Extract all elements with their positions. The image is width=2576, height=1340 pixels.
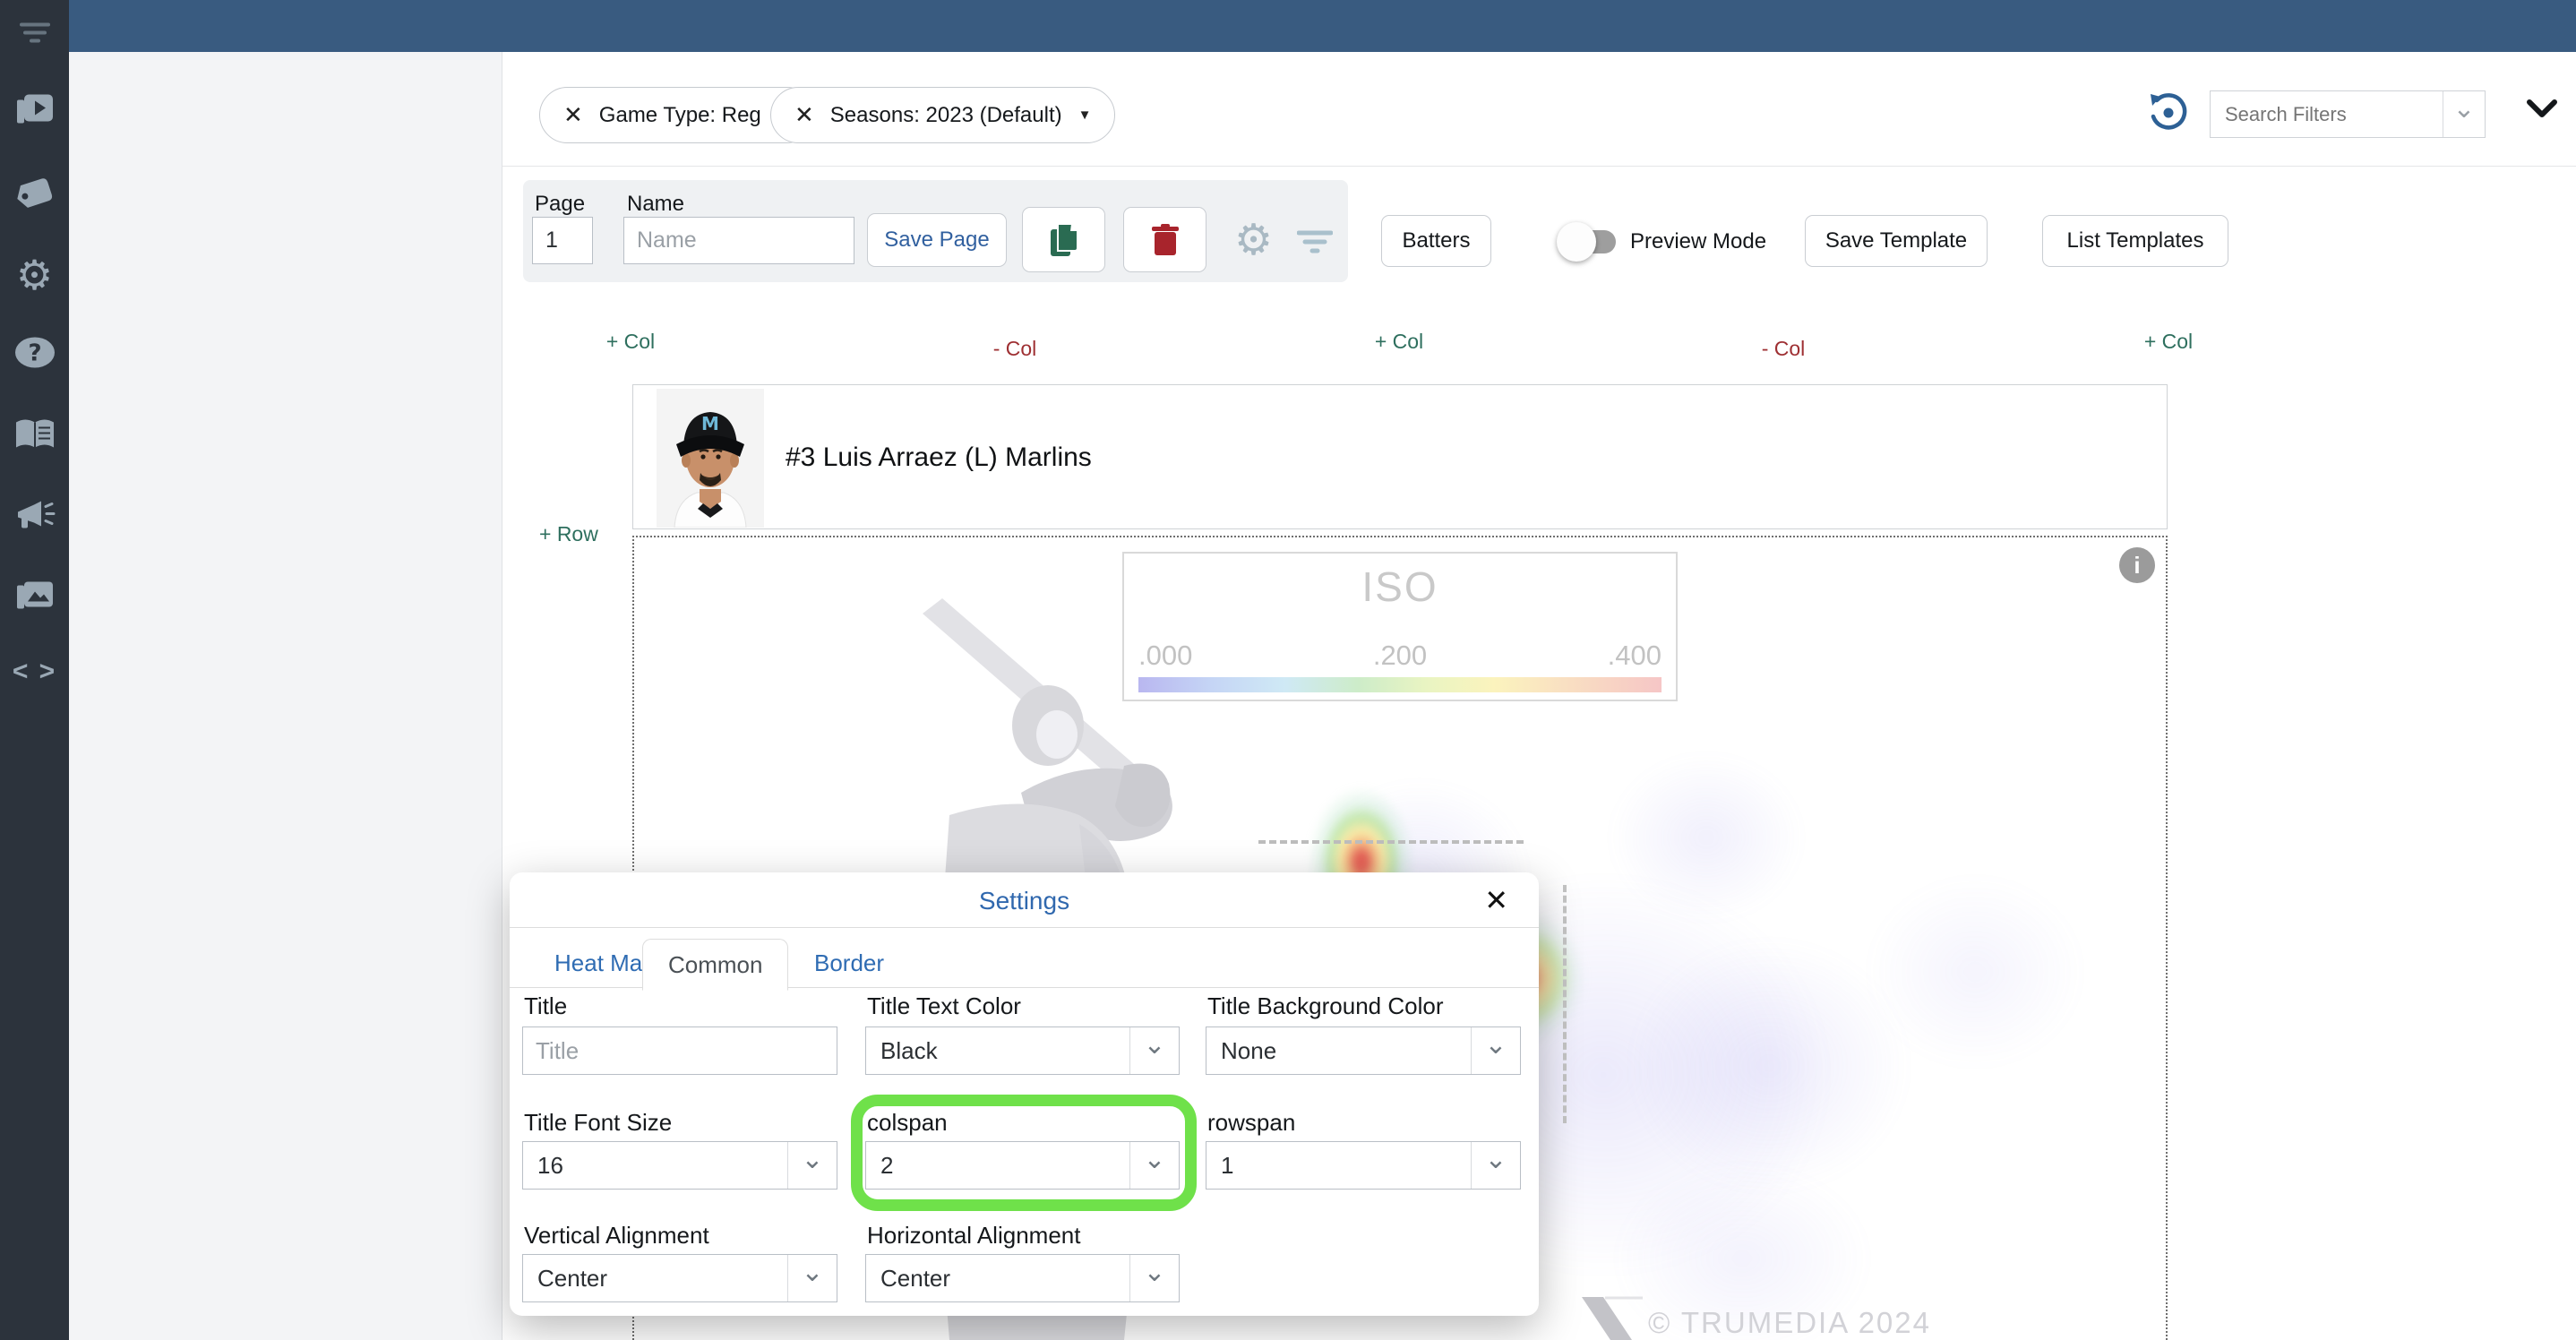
colspan-select[interactable]: 2 ⌄: [865, 1141, 1180, 1190]
list-templates-button[interactable]: List Templates: [2042, 215, 2228, 267]
modal-header: Settings ✕: [510, 872, 1539, 928]
title-bg-color-label: Title Background Color: [1207, 992, 1444, 1019]
help-question-icon[interactable]: ?: [14, 337, 56, 374]
heatmap-legend: ISO .000 .200 .400: [1122, 552, 1678, 701]
chevron-down-icon[interactable]: ⌄: [1129, 1255, 1179, 1301]
tab-border[interactable]: Border: [789, 939, 909, 988]
chevron-down-icon[interactable]: ⌄: [1471, 1027, 1520, 1074]
app-window: ⚙ ? < > New Report New From Template Cop…: [0, 0, 2576, 1340]
horizontal-alignment-select[interactable]: Center ⌄: [865, 1254, 1180, 1302]
vertical-alignment-select[interactable]: Center ⌄: [522, 1254, 837, 1302]
batters-button[interactable]: Batters: [1381, 215, 1491, 267]
announcements-megaphone-icon[interactable]: [14, 500, 56, 537]
legend-tick: .000: [1138, 640, 1193, 671]
save-template-button[interactable]: Save Template: [1805, 215, 1988, 267]
add-col-button[interactable]: + Col: [2144, 330, 2193, 354]
info-icon[interactable]: i: [2119, 547, 2155, 583]
chevron-down-icon[interactable]: ⌄: [1129, 1142, 1179, 1189]
copy-icon: [1050, 222, 1078, 256]
search-filters-input[interactable]: [2211, 101, 2443, 127]
tab-common[interactable]: Common: [642, 939, 789, 991]
player-headshot: M: [657, 389, 764, 532]
filter-chip-label: Seasons: 2023 (Default): [829, 102, 1062, 127]
remove-filter-icon[interactable]: ✕: [794, 101, 814, 129]
trash-icon: [1151, 223, 1179, 255]
trumedia-logo: [1582, 1296, 1643, 1340]
svg-text:M: M: [701, 413, 719, 434]
filter-chip-label: Game Type: Reg: [598, 102, 761, 127]
image-gallery-icon[interactable]: [15, 579, 55, 617]
filter-history-icon[interactable]: [2148, 92, 2189, 138]
player-name: #3 Luis Arraez (L) Marlins: [786, 442, 1092, 472]
title-font-size-select[interactable]: 16 ⌄: [522, 1141, 837, 1190]
settings-modal: Settings ✕ Heat Map Common Border Title …: [510, 872, 1539, 1316]
vertical-alignment-label: Vertical Alignment: [524, 1222, 709, 1249]
title-text-color-select[interactable]: Black ⌄: [865, 1026, 1180, 1075]
add-row-button[interactable]: + Row: [539, 522, 598, 546]
close-icon[interactable]: ✕: [1484, 883, 1508, 917]
colspan-label: colspan: [867, 1109, 948, 1136]
settings-gear-icon[interactable]: ⚙: [16, 251, 53, 299]
legend-tick: .200: [1372, 640, 1428, 671]
page-filter-icon[interactable]: [1296, 229, 1334, 261]
modal-title: Settings: [978, 887, 1070, 915]
chevron-down-icon[interactable]: ⌄: [787, 1255, 837, 1301]
title-input[interactable]: [522, 1026, 837, 1075]
delete-page-button[interactable]: [1123, 207, 1206, 272]
horizontal-alignment-label: Horizontal Alignment: [867, 1222, 1081, 1249]
rowspan-label: rowspan: [1207, 1109, 1296, 1136]
preview-mode-label: Preview Mode: [1630, 229, 1767, 253]
video-reports-icon[interactable]: [15, 93, 55, 132]
filter-chip-seasons[interactable]: ✕ Seasons: 2023 (Default) ▼: [770, 87, 1116, 143]
chevron-down-icon[interactable]: ⌄: [1471, 1142, 1520, 1189]
collapse-filters-chevron-icon[interactable]: [2524, 97, 2560, 126]
legend-gradient-bar: [1138, 677, 1662, 692]
code-embed-icon[interactable]: < >: [13, 657, 56, 687]
page-number-input[interactable]: [532, 217, 593, 264]
heatmap-blob: [1823, 838, 2127, 1106]
legend-title: ISO: [1361, 563, 1438, 610]
title-bg-color-select[interactable]: None ⌄: [1206, 1026, 1521, 1075]
page-name-input[interactable]: [623, 217, 854, 264]
legend-tick: .400: [1607, 640, 1662, 671]
remove-col-button[interactable]: - Col: [993, 337, 1037, 361]
modal-tabs: Heat Map Common Border: [510, 928, 1539, 991]
strike-zone-side-line: [1563, 885, 1567, 1123]
chevron-down-icon[interactable]: ⌄: [1129, 1027, 1179, 1074]
svg-text:?: ?: [28, 340, 41, 367]
title-font-size-label: Title Font Size: [524, 1109, 673, 1136]
glossary-book-icon[interactable]: [14, 419, 56, 456]
title-text-color-label: Title Text Color: [867, 992, 1021, 1019]
trumedia-watermark: © TRUMEDIA 2024: [1580, 1293, 1931, 1340]
tag-icon[interactable]: [14, 175, 56, 215]
rowspan-select[interactable]: 1 ⌄: [1206, 1141, 1521, 1190]
search-filters-box[interactable]: ⌄: [2210, 90, 2486, 138]
add-col-button[interactable]: + Col: [606, 330, 655, 354]
chevron-down-icon[interactable]: ⌄: [787, 1142, 837, 1189]
nav-sidebar: ⚙ ? < >: [0, 0, 69, 1340]
top-bar: [69, 0, 2576, 52]
title-field-label: Title: [524, 992, 568, 1019]
remove-filter-icon[interactable]: ✕: [563, 101, 583, 129]
duplicate-page-button[interactable]: [1022, 207, 1105, 272]
preview-mode-toggle-knob[interactable]: [1557, 222, 1596, 262]
save-page-button[interactable]: Save Page: [867, 213, 1007, 267]
menu-filter-icon[interactable]: [19, 21, 51, 49]
add-col-button[interactable]: + Col: [1375, 330, 1423, 354]
strike-zone-top-line: [1258, 840, 1524, 844]
report-panel: [69, 52, 502, 1340]
page-label: Page: [535, 192, 586, 216]
caret-down-icon[interactable]: ▼: [1078, 107, 1092, 123]
page-settings-gear-icon[interactable]: ⚙: [1234, 215, 1273, 265]
chevron-down-icon[interactable]: ⌄: [2443, 91, 2485, 137]
name-label: Name: [627, 192, 685, 216]
remove-col-button[interactable]: - Col: [1762, 337, 1806, 361]
